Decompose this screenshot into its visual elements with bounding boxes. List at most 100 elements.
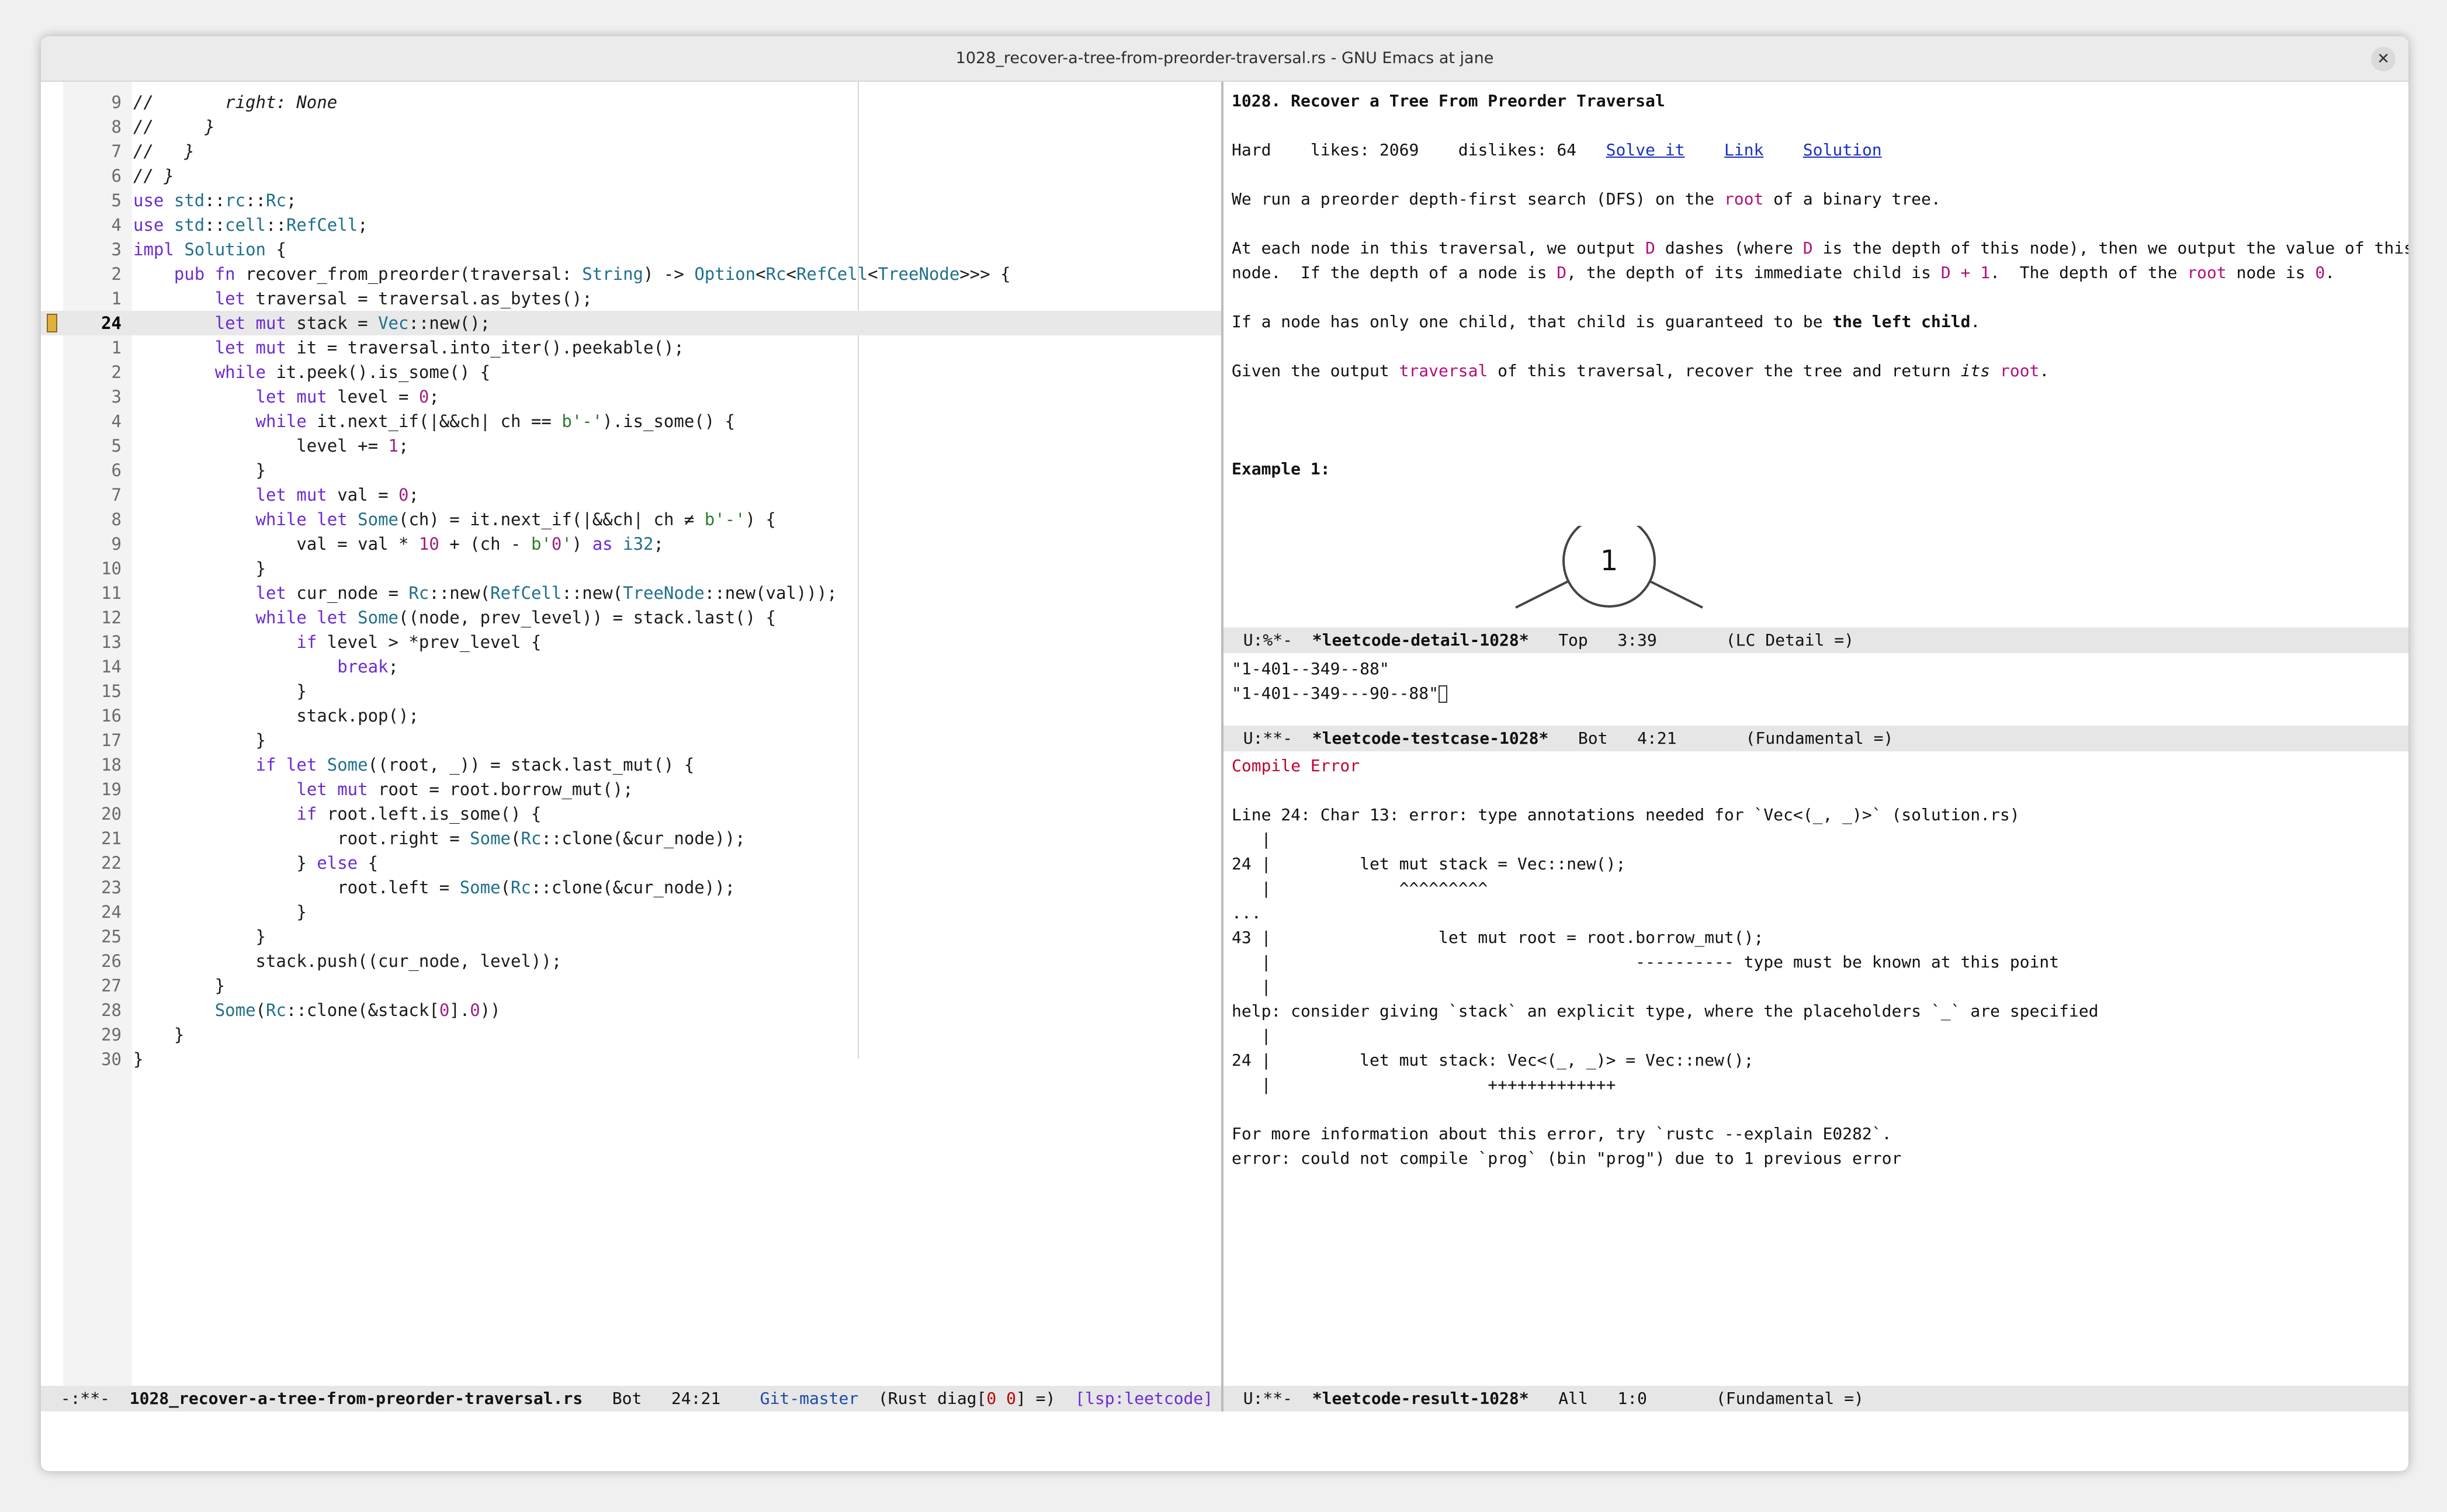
example-heading: Example 1: — [1232, 459, 1330, 478]
problem-meta-row: Hard likes: 2069 dislikes: 64 Solve it L… — [1232, 138, 1882, 162]
testcase-line[interactable]: "1-401--349---90--88" — [1232, 681, 1448, 706]
solve-it-link[interactable]: Solve it — [1606, 140, 1685, 159]
modeline-position: Bot — [612, 1389, 642, 1408]
code-line[interactable]: 15 } — [41, 679, 1221, 703]
code-line[interactable]: 22 } else { — [41, 851, 1221, 875]
tree-node-label: 1 — [1600, 545, 1618, 577]
likes-count: likes: 2069 — [1310, 140, 1419, 159]
code-line[interactable]: 7// } — [41, 139, 1221, 164]
modeline-filename[interactable]: 1028_recover-a-tree-from-preorder-traver… — [130, 1389, 583, 1408]
problem-link[interactable]: Link — [1724, 140, 1763, 159]
code-line[interactable]: 5 use std::rc::Rc; — [41, 188, 1221, 213]
result-buffer-name[interactable]: *leetcode-result-1028* — [1312, 1389, 1529, 1408]
code-line[interactable]: 13 if level > *prev_level { — [41, 630, 1221, 654]
code-line[interactable]: 12 while let Some((node, prev_level)) = … — [41, 605, 1221, 630]
result-line: 24 | let mut stack: Vec<(_, _)> = Vec::n… — [1232, 1050, 1754, 1070]
code-line[interactable]: 29 } — [41, 1022, 1221, 1047]
code-line[interactable]: 20 if root.left.is_some() { — [41, 802, 1221, 826]
diagnostic-error-marker[interactable] — [47, 314, 57, 332]
code-line[interactable]: 18 if let Some((root, _)) = stack.last_m… — [41, 752, 1221, 777]
result-line: Line 24: Char 13: error: type annotation… — [1232, 805, 2020, 824]
result-line: 43 | let mut root = root.borrow_mut(); — [1232, 928, 1764, 947]
testcase-buffer-name[interactable]: *leetcode-testcase-1028* — [1312, 729, 1549, 748]
result-major-mode[interactable]: (Fundamental =) — [1716, 1389, 1864, 1408]
emacs-window: 1028_recover-a-tree-from-preorder-traver… — [41, 36, 2408, 1471]
result-line: | — [1232, 1026, 1271, 1045]
code-line[interactable]: 3 impl Solution { — [41, 237, 1221, 262]
description-para-4: Given the output traversal of this trave… — [1232, 361, 2050, 380]
code-line[interactable]: 6// } — [41, 164, 1221, 188]
code-line[interactable]: 28 Some(Rc::clone(&stack[0].0)) — [41, 998, 1221, 1022]
source-editor-pane[interactable]: 9// right: None 8// } 7// } 6// } 5 use s… — [41, 82, 1221, 1412]
code-line[interactable]: 3 let mut level = 0; — [41, 384, 1221, 409]
result-line: | +++++++++++++ — [1232, 1075, 1616, 1094]
result-modeline[interactable]: U:**- *leetcode-result-1028* All 1:0 (Fu… — [1224, 1386, 2408, 1412]
code-line[interactable]: 16 stack.pop(); — [41, 703, 1221, 728]
description-para-3: If a node has only one child, that child… — [1232, 312, 1981, 331]
modeline-status: -:**- — [60, 1389, 110, 1408]
text-cursor — [1439, 685, 1448, 703]
description-para-2: At each node in this traversal, we outpu… — [1232, 238, 2408, 258]
code-line[interactable]: 5 level += 1; — [41, 434, 1221, 458]
code-line[interactable]: 1 let traversal = traversal.as_bytes(); — [41, 286, 1221, 311]
compile-error-heading: Compile Error — [1232, 756, 1360, 775]
code-line[interactable]: 6 } — [41, 458, 1221, 483]
difficulty-label: Hard — [1232, 140, 1271, 159]
frame-content: 9// right: None 8// } 7// } 6// } 5 use s… — [41, 82, 2408, 1471]
code-line[interactable]: 8 while let Some(ch) = it.next_if(|&&ch|… — [41, 507, 1221, 532]
code-area[interactable]: 9// right: None 8// } 7// } 6// } 5 use s… — [41, 90, 1221, 1071]
code-line[interactable]: 1 let mut it = traversal.into_iter().pee… — [41, 335, 1221, 360]
detail-buffer-name[interactable]: *leetcode-detail-1028* — [1312, 630, 1529, 650]
code-line[interactable]: 2 pub fn recover_from_preorder(traversal… — [41, 262, 1221, 286]
code-line[interactable]: 4 while it.next_if(|&&ch| ch == b'-').is… — [41, 409, 1221, 434]
description-para-1: We run a preorder depth-first search (DF… — [1232, 189, 1941, 209]
modeline-git-branch[interactable]: Git-master — [760, 1389, 859, 1408]
code-line[interactable]: 30} — [41, 1047, 1221, 1071]
code-line[interactable]: 25 } — [41, 924, 1221, 949]
close-button[interactable]: ✕ — [2371, 47, 2396, 71]
testcase-line[interactable]: "1-401--349--88" — [1232, 657, 1389, 681]
code-line[interactable]: 24 } — [41, 900, 1221, 924]
code-line[interactable]: 4 use std::cell::RefCell; — [41, 213, 1221, 237]
code-line[interactable]: 9 val = val * 10 + (ch - b'0') as i32; — [41, 532, 1221, 556]
result-line: ... — [1232, 903, 1261, 923]
solution-link[interactable]: Solution — [1803, 140, 1882, 159]
result-line: | — [1232, 830, 1271, 849]
code-line[interactable]: 9// right: None — [41, 90, 1221, 115]
testcase-modeline[interactable]: U:**- *leetcode-testcase-1028* Bot 4:21 … — [1224, 726, 2408, 751]
problem-title: 1028. Recover a Tree From Preorder Trave… — [1232, 91, 1665, 110]
code-line[interactable]: 8// } — [41, 115, 1221, 139]
window-title: 1028_recover-a-tree-from-preorder-traver… — [955, 49, 1494, 67]
code-line[interactable]: 23 root.left = Some(Rc::clone(&cur_node)… — [41, 875, 1221, 900]
modeline-line-col: 24:21 — [671, 1389, 721, 1408]
code-line[interactable]: 19 let mut root = root.borrow_mut(); — [41, 777, 1221, 802]
modeline-mode-end: ] =) — [1015, 1389, 1056, 1408]
result-line: 24 | let mut stack = Vec::new(); — [1232, 854, 1626, 873]
code-line[interactable]: 27 } — [41, 973, 1221, 998]
code-line[interactable]: 14 break; — [41, 654, 1221, 679]
detail-modeline[interactable]: U:%*- *leetcode-detail-1028* Top 3:39 (L… — [1224, 627, 2408, 653]
modeline-diag-errors[interactable]: 0 — [986, 1389, 996, 1408]
modeline-major-mode[interactable]: (Rust diag[ — [878, 1389, 986, 1408]
dislikes-count: dislikes: 64 — [1458, 140, 1577, 159]
modeline-lsp[interactable]: [lsp:leetcode] — [1075, 1389, 1213, 1408]
code-line[interactable]: 21 root.right = Some(Rc::clone(&cur_node… — [41, 826, 1221, 851]
code-line[interactable]: 10 } — [41, 556, 1221, 581]
result-line: error: could not compile `prog` (bin "pr… — [1232, 1149, 1902, 1168]
testcase-major-mode[interactable]: (Fundamental =) — [1746, 729, 1894, 748]
code-line[interactable]: 7 let mut val = 0; — [41, 483, 1221, 507]
result-line: | — [1232, 977, 1271, 996]
result-line: | ^^^^^^^^^ — [1232, 879, 1488, 898]
code-line[interactable]: 17 } — [41, 728, 1221, 752]
result-line: | ---------- type must be known at this … — [1232, 952, 2060, 972]
code-line[interactable]: 26 stack.push((cur_node, level)); — [41, 949, 1221, 973]
detail-major-mode[interactable]: (LC Detail =) — [1726, 630, 1854, 650]
source-modeline[interactable]: -:**- 1028_recover-a-tree-from-preorder-… — [41, 1386, 1221, 1412]
title-bar: 1028_recover-a-tree-from-preorder-traver… — [41, 36, 2408, 82]
code-line[interactable]: 2 while it.peek().is_some() { — [41, 360, 1221, 384]
leetcode-pane: 1028. Recover a Tree From Preorder Trave… — [1224, 82, 2408, 1412]
close-icon[interactable]: ✕ — [2377, 50, 2390, 68]
code-line[interactable]: 11 let cur_node = Rc::new(RefCell::new(T… — [41, 581, 1221, 605]
modeline-diag-warnings[interactable]: 0 — [1006, 1389, 1016, 1408]
current-code-line[interactable]: 24 let mut stack = Vec::new(); — [41, 311, 1221, 335]
